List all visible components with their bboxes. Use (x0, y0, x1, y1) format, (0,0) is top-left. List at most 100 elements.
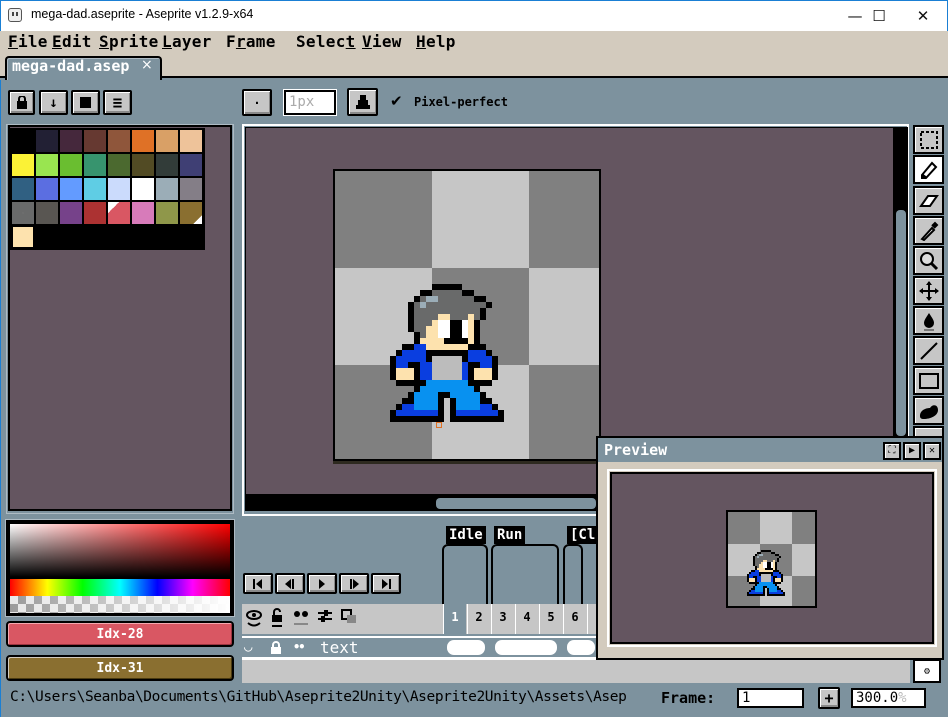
pixel-perfect-checkbox[interactable]: ✔ (390, 92, 403, 110)
palette-swatch[interactable] (180, 178, 202, 200)
cel-frame-6[interactable] (567, 640, 595, 655)
layer-lock-toggle[interactable] (270, 640, 282, 659)
frame-header-3[interactable]: 3 (491, 604, 514, 634)
last-frame-button[interactable] (371, 573, 401, 594)
palette-swatch[interactable] (108, 154, 130, 176)
palette-swatch[interactable] (132, 154, 154, 176)
layer-visibility-toggle[interactable]: ◡ (244, 639, 252, 655)
frame-header-6[interactable]: 6 (563, 604, 586, 634)
menu-view[interactable]: View (362, 32, 402, 51)
palette-swatch[interactable] (60, 154, 82, 176)
menu-layer[interactable]: Layer (162, 32, 212, 51)
move-tool[interactable] (913, 276, 944, 305)
sprite-canvas[interactable] (333, 169, 601, 461)
next-frame-button[interactable] (339, 573, 369, 594)
line-tool[interactable] (913, 336, 944, 365)
frame-header-1[interactable]: 1 (443, 604, 466, 634)
tag-idle[interactable]: Idle (446, 526, 486, 544)
palette-swatch[interactable] (36, 130, 58, 152)
palette-lock-button[interactable] (8, 90, 35, 115)
palette-swatch[interactable] (108, 130, 130, 152)
pencil-tool[interactable] (913, 155, 944, 184)
eye-icon[interactable] (242, 604, 266, 634)
close-window-button[interactable]: ✕ (900, 0, 946, 31)
first-frame-button[interactable] (243, 573, 273, 594)
timeline-config-button[interactable]: ⚙ (913, 659, 941, 683)
layer-name[interactable]: text (320, 638, 359, 657)
onion-skin-icon[interactable] (337, 604, 361, 634)
palette-swatch[interactable] (36, 202, 58, 224)
palette-swatch[interactable] (180, 154, 202, 176)
palette-swatch[interactable] (12, 178, 34, 200)
zoom-input[interactable]: 300.0% (851, 688, 926, 708)
palette-swatch[interactable] (60, 130, 82, 152)
rectangle-tool[interactable] (913, 366, 944, 395)
eraser-tool[interactable] (913, 186, 944, 215)
menu-select[interactable]: Select (296, 32, 356, 51)
preview-play-button[interactable]: ▶ (903, 442, 921, 460)
palette-swatch[interactable] (36, 154, 58, 176)
tab-label[interactable]: mega-dad.asep (12, 57, 129, 75)
palette-swatch[interactable] (108, 202, 130, 224)
ink-type-button[interactable] (347, 88, 378, 116)
palette-swatch[interactable] (156, 130, 178, 152)
color-picker-sv-area[interactable] (10, 524, 230, 577)
palette-swatch[interactable] (180, 130, 202, 152)
palette-swatch[interactable] (84, 178, 106, 200)
brush-type-button[interactable]: · (242, 89, 272, 116)
frame-input[interactable]: 1 (737, 688, 804, 708)
palette-swatch[interactable] (60, 202, 82, 224)
menu-help[interactable]: Help (416, 32, 456, 51)
menu-frame[interactable]: Frame (226, 32, 276, 51)
palette-swatch[interactable] (84, 130, 106, 152)
palette-swatch[interactable] (12, 130, 34, 152)
cel-frame-1[interactable] (447, 640, 485, 655)
palette-swatch[interactable] (156, 202, 178, 224)
horizontal-scrollbar-thumb[interactable] (436, 498, 596, 509)
color-picker-hue-bar[interactable] (10, 579, 230, 596)
palette-presets-button[interactable] (71, 90, 100, 115)
palette-swatch[interactable] (132, 178, 154, 200)
palette-swatch[interactable] (36, 178, 58, 200)
tag-run[interactable]: Run (494, 526, 526, 544)
pixel-perfect-label[interactable]: Pixel-perfect (414, 95, 508, 109)
padlock-icon[interactable] (265, 604, 289, 634)
maximize-button[interactable]: ☐ (856, 0, 902, 31)
contour-tool[interactable] (913, 396, 944, 425)
palette-swatch[interactable] (11, 225, 35, 249)
preview-close-button[interactable]: ✕ (923, 442, 941, 460)
continuous-icon[interactable] (289, 604, 313, 634)
brush-size-input[interactable]: 1px (284, 90, 336, 115)
cel-frame-3[interactable] (495, 640, 557, 655)
frame-header-5[interactable]: 5 (539, 604, 562, 634)
palette-swatch[interactable] (108, 178, 130, 200)
marquee-tool[interactable] (913, 125, 944, 154)
palette-swatch[interactable] (156, 154, 178, 176)
onion-skin-settings-icon[interactable] (313, 604, 337, 634)
menu-edit[interactable]: Edit (52, 32, 92, 51)
eyedropper-tool[interactable] (913, 216, 944, 245)
palette-swatch[interactable] (12, 202, 34, 224)
frame-header-4[interactable]: 4 (515, 604, 538, 634)
preview-fullscreen-button[interactable]: ⛶ (883, 442, 901, 460)
zoom-tool[interactable] (913, 246, 944, 275)
add-frame-button[interactable]: + (818, 687, 840, 709)
palette-swatch[interactable] (132, 130, 154, 152)
menu-sprite[interactable]: Sprite (99, 32, 159, 51)
menu-file[interactable]: File (8, 32, 48, 51)
palette-swatch[interactable] (60, 178, 82, 200)
play-button[interactable] (307, 573, 337, 594)
background-color-button[interactable]: Idx-31 (6, 655, 234, 681)
palette-swatch[interactable] (84, 154, 106, 176)
paint-bucket-tool[interactable] (913, 306, 944, 335)
palette-swatch[interactable] (84, 202, 106, 224)
previous-frame-button[interactable] (275, 573, 305, 594)
palette-options-button[interactable]: ≡ (103, 90, 132, 115)
palette-swatch[interactable] (156, 178, 178, 200)
palette-sort-button[interactable]: ↓ (39, 90, 68, 115)
palette-swatch[interactable] (180, 202, 202, 224)
layer-continuous-toggle[interactable]: •• (293, 640, 306, 654)
vertical-scrollbar-thumb[interactable] (896, 210, 906, 436)
tab-close-icon[interactable]: × (141, 57, 153, 73)
palette-swatch[interactable] (132, 202, 154, 224)
